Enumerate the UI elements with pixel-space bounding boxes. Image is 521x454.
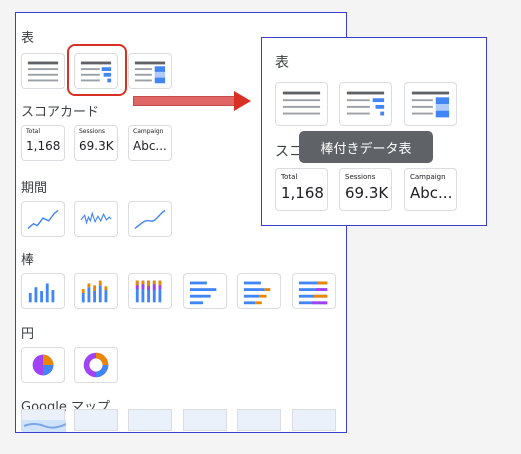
map-option[interactable] xyxy=(237,409,281,431)
score-value: 1,168 xyxy=(281,184,324,202)
table-icon xyxy=(282,91,321,115)
sparkline-option[interactable] xyxy=(74,201,118,237)
zoomed-table-option[interactable] xyxy=(275,82,328,126)
column-chart-icon xyxy=(28,283,55,303)
score-value: 69.3K xyxy=(345,184,389,202)
score-value: 1,168 xyxy=(26,139,61,153)
stacked-100-column-option[interactable] xyxy=(128,273,172,309)
donut-chart-option[interactable] xyxy=(74,347,118,383)
stacked-100-bar-option[interactable] xyxy=(292,273,336,309)
stacked-bar-option[interactable] xyxy=(237,273,281,309)
smooth-line-icon xyxy=(134,209,166,230)
timeseries-icon xyxy=(27,209,59,229)
stacked-bar-icon xyxy=(243,281,271,305)
section-title-scorecard: スコアカード xyxy=(21,105,100,120)
score-value: Abc... xyxy=(133,139,167,153)
zoomed-bar-table-option[interactable] xyxy=(339,82,392,126)
scorecard-campaign[interactable]: Campaign Abc... xyxy=(128,125,172,161)
zoomed-scorecard-campaign[interactable]: Campaign Abc... xyxy=(404,168,457,211)
bar-table-icon xyxy=(346,91,385,116)
column-chart-option[interactable] xyxy=(21,273,65,309)
zoomed-heatmap-table-option[interactable] xyxy=(404,82,457,126)
map-option[interactable] xyxy=(74,409,118,431)
donut-icon xyxy=(83,352,109,378)
section-title-bar: 棒 xyxy=(21,253,35,268)
pointer-arrow-head xyxy=(234,91,251,111)
score-label: Sessions xyxy=(79,128,106,135)
pie-chart-option[interactable] xyxy=(21,347,65,383)
map-option[interactable] xyxy=(183,409,227,431)
sparkline-icon xyxy=(80,211,112,225)
section-title-table: 表 xyxy=(21,31,35,46)
map-option[interactable] xyxy=(21,409,67,432)
stacked-100-column-icon xyxy=(135,280,162,303)
heatmap-table-chart-option[interactable] xyxy=(128,53,172,89)
stacked-column-option[interactable] xyxy=(74,273,118,309)
map-icon xyxy=(22,420,67,432)
score-label: Total xyxy=(281,173,298,181)
stacked-100-bar-icon xyxy=(298,281,328,305)
section-title-pie: 円 xyxy=(21,327,35,342)
map-option[interactable] xyxy=(292,409,336,431)
section-title-period: 期間 xyxy=(21,181,48,196)
map-option[interactable] xyxy=(128,409,172,431)
smooth-line-option[interactable] xyxy=(128,201,172,237)
pie-icon xyxy=(32,354,54,376)
heatmap-table-icon xyxy=(134,61,166,84)
timeseries-option[interactable] xyxy=(21,201,65,237)
chart-type-tooltip: 棒付きデータ表 xyxy=(299,131,433,163)
scorecard-total[interactable]: Total 1,168 xyxy=(21,125,65,161)
bar-chart-option[interactable] xyxy=(183,273,227,309)
score-label: Campaign xyxy=(133,128,164,135)
pointer-arrow xyxy=(133,96,235,106)
selected-chart-highlight xyxy=(67,44,127,96)
heatmap-table-icon xyxy=(411,91,450,118)
scorecard-sessions[interactable]: Sessions 69.3K xyxy=(74,125,118,161)
score-label: Total xyxy=(26,128,41,135)
score-value: 69.3K xyxy=(79,139,114,153)
map-options-row xyxy=(16,409,336,432)
table-chart-option[interactable] xyxy=(21,53,65,89)
score-value: Abc... xyxy=(410,184,453,202)
table-icon xyxy=(27,61,59,82)
zoomed-scorecard-sessions[interactable]: Sessions 69.3K xyxy=(339,168,392,211)
zoomed-section-title: 表 xyxy=(275,55,289,71)
score-label: Campaign xyxy=(410,173,446,181)
stacked-column-icon xyxy=(81,280,108,303)
bar-chart-icon xyxy=(189,281,217,305)
score-label: Sessions xyxy=(345,173,376,181)
zoomed-scorecard-total[interactable]: Total 1,168 xyxy=(275,168,328,211)
